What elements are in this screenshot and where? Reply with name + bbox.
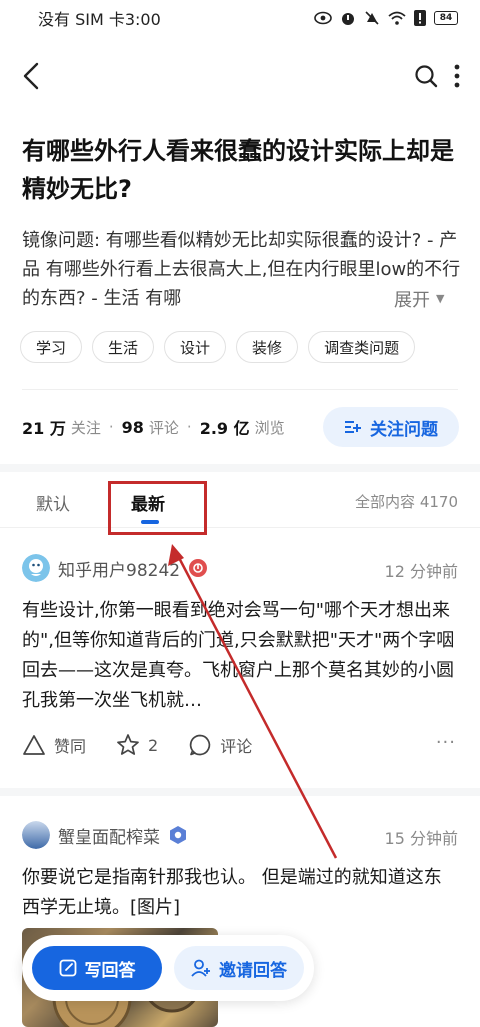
answer-excerpt[interactable]: 你要说它是指南针那我也认。 但是端过的就知道这东西学无止境。[图片] bbox=[22, 863, 458, 923]
annotation-highlight-box bbox=[108, 481, 207, 535]
upvote-label: 赞同 bbox=[54, 737, 87, 756]
all-content-count: 全部内容 4170 bbox=[355, 493, 458, 511]
author-name[interactable]: 知乎用户98242 bbox=[58, 556, 180, 581]
tag-chip[interactable]: 调查类问题 bbox=[308, 331, 416, 363]
invite-answer-button[interactable]: 邀请回答 bbox=[174, 946, 304, 990]
comment-label: 评论 bbox=[220, 737, 253, 756]
answer-header: 蟹皇面配榨菜 15 分钟前 bbox=[22, 820, 458, 850]
section-gap bbox=[0, 464, 480, 472]
write-answer-label: 写回答 bbox=[84, 960, 136, 981]
more-horizontal-icon[interactable]: ··· bbox=[436, 732, 456, 753]
separator-dot: · bbox=[186, 418, 192, 436]
tag-chip[interactable]: 设计 bbox=[164, 331, 227, 363]
badge-icon bbox=[189, 559, 208, 577]
verified-hex-icon bbox=[170, 826, 186, 844]
expand-caret-icon: ▼ bbox=[436, 292, 445, 305]
avatar[interactable] bbox=[22, 554, 50, 582]
star-icon bbox=[117, 734, 139, 755]
eye-icon bbox=[314, 11, 332, 25]
mute-icon bbox=[365, 11, 379, 25]
sort-tabs: 默认 最新 全部内容 4170 bbox=[0, 472, 480, 528]
tag-chip[interactable]: 生活 bbox=[92, 331, 155, 363]
tab-default[interactable]: 默认 bbox=[36, 490, 70, 515]
comments-label[interactable]: 评论 bbox=[149, 417, 179, 438]
comment-button[interactable]: 评论 bbox=[188, 733, 252, 757]
bottom-action-bar: 写回答 邀请回答 bbox=[22, 935, 314, 1001]
question-stats: 21 万 关注 · 98 评论 · 2.9 亿 浏览 bbox=[22, 415, 285, 439]
answer-time: 12 分钟前 bbox=[384, 562, 458, 581]
comments-count[interactable]: 98 bbox=[122, 418, 144, 437]
follow-question-button[interactable]: 关注问题 bbox=[323, 407, 459, 447]
more-vertical-icon[interactable] bbox=[454, 64, 460, 88]
tag-list: 学习 生活 设计 装修 调查类问题 bbox=[20, 331, 416, 363]
followers-count: 21 万 bbox=[22, 419, 66, 438]
upvote-triangle-icon bbox=[23, 735, 45, 755]
section-gap bbox=[0, 788, 480, 796]
follow-list-icon bbox=[345, 421, 361, 433]
follow-question-label: 关注问题 bbox=[370, 419, 438, 440]
back-icon[interactable] bbox=[22, 62, 40, 90]
question-title: 有哪些外行人看来很蠢的设计实际上却是精妙无比? bbox=[22, 137, 454, 203]
write-answer-button[interactable]: 写回答 bbox=[32, 946, 162, 990]
views-label: 浏览 bbox=[254, 418, 285, 437]
expand-button[interactable]: 展开 ▼ bbox=[346, 284, 445, 313]
nav-actions bbox=[414, 64, 460, 88]
tag-chip[interactable]: 装修 bbox=[236, 331, 299, 363]
answer-header: 知乎用户98242 12 分钟前 bbox=[22, 553, 458, 583]
alarm-icon bbox=[342, 13, 354, 25]
status-icons: 84 bbox=[314, 10, 458, 26]
sim-alert-icon bbox=[414, 10, 426, 26]
wifi-icon bbox=[388, 11, 406, 25]
answer-actions: 赞同 2 评论 ··· bbox=[22, 730, 458, 760]
battery-icon: 84 bbox=[434, 11, 458, 25]
divider bbox=[22, 389, 458, 390]
expand-label: 展开 bbox=[394, 289, 430, 311]
favorite-count: 2 bbox=[148, 735, 159, 755]
invite-answer-label: 邀请回答 bbox=[219, 960, 287, 981]
nav-bar bbox=[0, 52, 480, 100]
answer-card[interactable]: 蟹皇面配榨菜 15 分钟前 bbox=[0, 820, 480, 850]
comment-bubble-icon bbox=[189, 734, 211, 756]
upvote-button[interactable]: 赞同 bbox=[22, 733, 86, 757]
answer-time: 15 分钟前 bbox=[384, 829, 458, 848]
answer-excerpt[interactable]: 有些设计,你第一眼看到绝对会骂一句"哪个天才想出来的",但等你知道背后的门道,只… bbox=[22, 596, 458, 716]
search-icon[interactable] bbox=[414, 64, 438, 88]
status-bar: 没有 SIM 卡3:00 84 bbox=[0, 0, 480, 36]
edit-icon bbox=[59, 959, 76, 977]
invite-user-icon bbox=[191, 959, 210, 977]
separator-dot: · bbox=[108, 418, 114, 436]
avatar[interactable] bbox=[22, 821, 50, 849]
views-count: 2.9 亿 bbox=[199, 419, 250, 438]
author-name[interactable]: 蟹皇面配榨菜 bbox=[58, 823, 160, 848]
favorite-button[interactable]: 2 bbox=[116, 733, 158, 757]
tag-chip[interactable]: 学习 bbox=[20, 331, 83, 363]
status-carrier-time: 没有 SIM 卡3:00 bbox=[38, 10, 161, 29]
followers-label: 关注 bbox=[70, 418, 101, 437]
